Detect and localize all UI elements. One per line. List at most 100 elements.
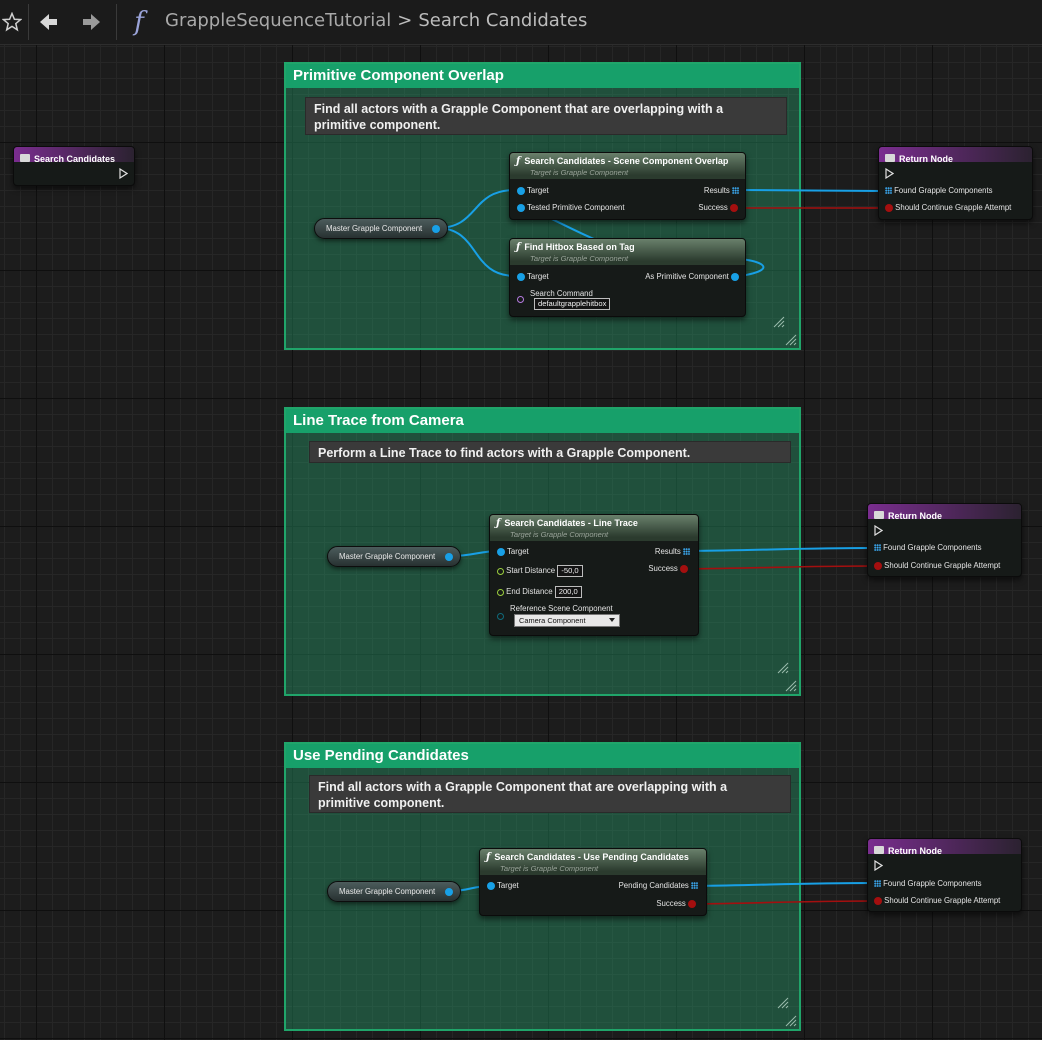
node-header: ƒ Find Hitbox Based on Tag Target is Grap… <box>510 239 745 265</box>
should-continue-grapple-attempt-pin[interactable]: Should Continue Grapple Attempt <box>874 561 1000 571</box>
resize-grip-icon[interactable] <box>773 316 785 328</box>
results-pin[interactable]: Results <box>704 186 739 196</box>
toolbar-separator <box>28 4 29 40</box>
function-icon: ƒ <box>516 242 521 253</box>
node-header: ƒ Search Candidates - Line Trace Target i… <box>490 515 698 541</box>
node-title: Search Candidates - Use Pending Candidat… <box>494 852 689 862</box>
find-hitbox-node[interactable]: ƒ Find Hitbox Based on Tag Target is Grap… <box>509 238 746 317</box>
node-header: ƒ Search Candidates - Use Pending Candida… <box>480 849 706 875</box>
breadcrumb-root[interactable]: GrappleSequenceTutorial <box>165 10 391 31</box>
breadcrumb: GrappleSequenceTutorial > Search Candidate… <box>165 10 587 31</box>
node-subtitle: Target is Grapple Component <box>530 168 629 177</box>
results-pin[interactable]: Results <box>655 547 690 557</box>
success-pin[interactable]: Success <box>648 564 688 574</box>
comment-title: Line Trace from Camera <box>286 409 799 433</box>
comment-description: Perform a Line Trace to find actors with… <box>309 441 791 463</box>
exec-input-pin[interactable] <box>874 860 883 871</box>
breadcrumb-current: Search Candidates <box>418 10 588 31</box>
search-command-input[interactable]: defaultgrapplehitbox <box>534 298 611 310</box>
scene-overlap-node[interactable]: ƒ Search Candidates - Scene Component Ove… <box>509 152 746 220</box>
found-grapple-components-pin[interactable]: Found Grapple Components <box>874 879 982 889</box>
node-header: ƒ Search Candidates - Scene Component Ove… <box>510 153 745 179</box>
return-node[interactable]: Return Node Found Grapple Components Sho… <box>867 838 1022 912</box>
variable-label: Master Grapple Component <box>326 224 423 233</box>
start-distance-pin[interactable]: Start Distance -50,0 <box>497 565 583 577</box>
start-distance-input[interactable]: -50,0 <box>557 565 583 577</box>
resize-grip-icon[interactable] <box>785 680 797 692</box>
node-title: Search Candidates - Scene Component Over… <box>524 156 729 166</box>
return-node-icon <box>874 510 884 519</box>
target-pin[interactable]: Target <box>487 881 519 891</box>
array-pin-icon <box>683 548 690 556</box>
pending-candidates-pin[interactable]: Pending Candidates <box>619 881 698 891</box>
forward-arrow-icon[interactable] <box>76 6 106 38</box>
resize-grip-icon[interactable] <box>777 997 789 1009</box>
comment-description: Find all actors with a Grapple Component… <box>305 97 787 135</box>
as-primitive-component-pin[interactable]: As Primitive Component <box>645 272 739 282</box>
variable-label: Master Grapple Component <box>339 552 436 561</box>
node-title: Search Candidates - Line Trace <box>504 518 638 528</box>
target-pin[interactable]: Target <box>517 272 549 282</box>
use-pending-candidates-node[interactable]: ƒ Search Candidates - Use Pending Candida… <box>479 848 707 916</box>
master-grapple-component-variable[interactable]: Master Grapple Component <box>327 881 461 902</box>
return-node[interactable]: Return Node Found Grapple Components Sho… <box>867 503 1022 577</box>
success-pin[interactable]: Success <box>698 203 738 213</box>
should-continue-grapple-attempt-pin[interactable]: Should Continue Grapple Attempt <box>885 203 1011 213</box>
exec-output-pin[interactable] <box>119 168 128 179</box>
chevron-down-icon <box>609 618 615 622</box>
array-pin-icon <box>691 882 698 890</box>
return-node[interactable]: Return Node Found Grapple Components Sho… <box>878 146 1033 220</box>
node-title: Return Node <box>888 511 942 521</box>
function-icon: ƒ <box>516 156 521 167</box>
object-output-pin[interactable] <box>445 553 453 561</box>
toolbar: f GrappleSequenceTutorial > Search Candida… <box>0 0 1042 45</box>
variable-label: Master Grapple Component <box>339 887 436 896</box>
exec-input-pin[interactable] <box>874 525 883 536</box>
found-grapple-components-pin[interactable]: Found Grapple Components <box>885 186 993 196</box>
node-header: Return Node <box>868 839 1021 856</box>
end-distance-pin[interactable]: End Distance 200,0 <box>497 586 582 598</box>
function-icon: ƒ <box>496 518 501 529</box>
breadcrumb-separator: > <box>397 10 413 31</box>
function-entry-node[interactable]: Search Candidates <box>13 146 135 186</box>
return-node-icon <box>874 845 884 854</box>
node-title: Return Node <box>899 154 953 164</box>
reference-scene-component-dropdown[interactable]: Camera Component <box>514 614 620 627</box>
array-pin-icon <box>732 187 739 195</box>
comment-description: Find all actors with a Grapple Component… <box>309 775 791 813</box>
reference-scene-component-label: Reference Scene Component <box>510 604 613 613</box>
toolbar-separator <box>116 4 117 40</box>
resize-grip-icon[interactable] <box>777 662 789 674</box>
node-title: Return Node <box>888 846 942 856</box>
node-header: Search Candidates <box>14 147 134 164</box>
node-title: Search Candidates <box>34 154 116 164</box>
tested-primitive-component-pin[interactable]: Tested Primitive Component <box>517 203 625 213</box>
exec-input-pin[interactable] <box>885 168 894 179</box>
search-command-pin[interactable] <box>517 290 524 303</box>
master-grapple-component-variable[interactable]: Master Grapple Component <box>327 546 461 567</box>
line-trace-node[interactable]: ƒ Search Candidates - Line Trace Target i… <box>489 514 699 636</box>
comment-title: Primitive Component Overlap <box>286 64 799 88</box>
reference-scene-component-pin[interactable] <box>497 612 504 622</box>
success-pin[interactable]: Success <box>656 899 696 909</box>
should-continue-grapple-attempt-pin[interactable]: Should Continue Grapple Attempt <box>874 896 1000 906</box>
node-subtitle: Target is Grapple Component <box>530 254 629 263</box>
node-title: Find Hitbox Based on Tag <box>524 242 635 252</box>
star-icon[interactable] <box>0 6 24 38</box>
master-grapple-component-variable[interactable]: Master Grapple Component <box>314 218 448 239</box>
function-icon: ƒ <box>486 852 491 863</box>
comment-title: Use Pending Candidates <box>286 744 799 768</box>
node-subtitle: Target is Grapple Component <box>500 864 599 873</box>
object-output-pin[interactable] <box>432 225 440 233</box>
node-subtitle: Target is Grapple Component <box>510 530 609 539</box>
function-icon: f <box>134 7 144 37</box>
end-distance-input[interactable]: 200,0 <box>554 586 582 598</box>
resize-grip-icon[interactable] <box>785 334 797 346</box>
found-grapple-components-pin[interactable]: Found Grapple Components <box>874 543 982 553</box>
target-pin[interactable]: Target <box>517 186 549 196</box>
target-pin[interactable]: Target <box>497 547 529 557</box>
back-arrow-icon[interactable] <box>34 6 64 38</box>
resize-grip-icon[interactable] <box>785 1015 797 1027</box>
node-header: Return Node <box>879 147 1032 164</box>
object-output-pin[interactable] <box>445 888 453 896</box>
